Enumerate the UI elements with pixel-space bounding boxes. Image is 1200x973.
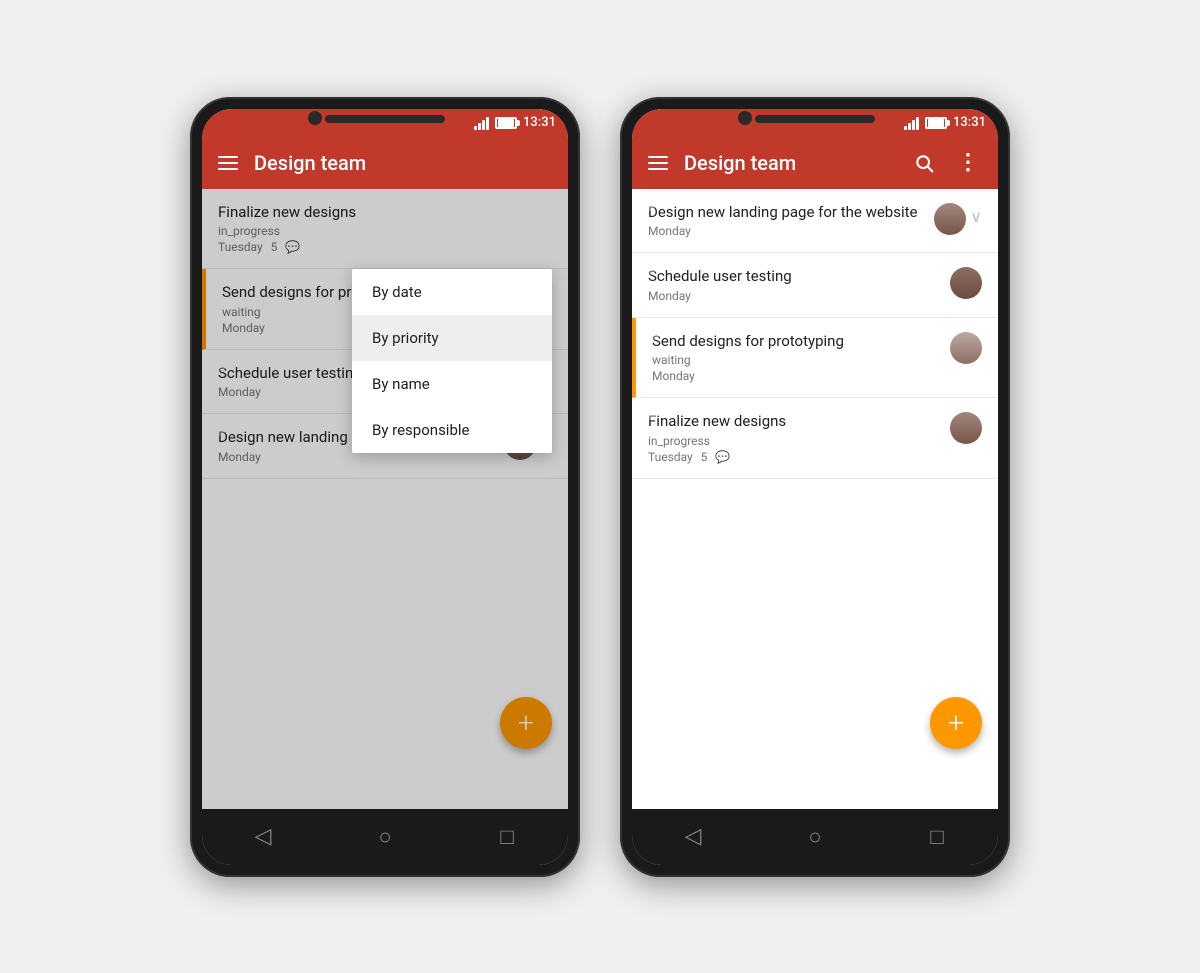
more-options-button[interactable]: ⋮ (954, 149, 982, 177)
sort-dropdown: By date By priority By name By responsib… (352, 269, 552, 453)
phone-camera (308, 111, 322, 125)
recents-button[interactable]: □ (477, 817, 537, 857)
phone-camera (738, 111, 752, 125)
task-title: Schedule user testing (648, 267, 942, 287)
task-status: waiting (652, 353, 942, 367)
home-button[interactable]: ○ (355, 817, 415, 857)
app-title-1: Design team (254, 151, 552, 175)
avatar (950, 332, 982, 364)
task-date: Tuesday (648, 450, 693, 464)
status-bar-1: 13:31 (202, 109, 568, 137)
battery-icon (495, 117, 517, 129)
sort-by-date[interactable]: By date (352, 269, 552, 315)
task-comments: 5 (701, 450, 708, 464)
search-button[interactable] (910, 149, 938, 177)
app-bar-2: Design team ⋮ (632, 137, 998, 189)
fab-add-button[interactable]: + (930, 697, 982, 749)
app-bar-1: Design team (202, 137, 568, 189)
bottom-nav-1: ◁ ○ □ (202, 809, 568, 865)
phone-speaker (325, 115, 445, 123)
sort-by-priority[interactable]: By priority (352, 315, 552, 361)
battery-icon (925, 117, 947, 129)
signal-icon (904, 116, 919, 130)
sort-by-name[interactable]: By name (352, 361, 552, 407)
task-content: Schedule user testing Monday (648, 267, 942, 303)
task-meta: Monday (652, 369, 942, 383)
task-date: Monday (648, 289, 691, 303)
back-button[interactable]: ◁ (663, 817, 723, 857)
task-content: Send designs for prototyping waiting Mon… (652, 332, 942, 384)
task-title: Send designs for prototyping (652, 332, 942, 352)
task-content: Design new landing page for the website … (648, 203, 926, 239)
task-list-2: Design new landing page for the website … (632, 189, 998, 809)
signal-icon (474, 116, 489, 130)
task-title: Design new landing page for the website (648, 203, 926, 223)
chevron-down-icon: ∨ (970, 207, 982, 226)
phone-speaker (755, 115, 875, 123)
avatar (934, 203, 966, 235)
task-item[interactable]: Schedule user testing Monday (632, 253, 998, 318)
task-title: Finalize new designs (648, 412, 942, 432)
status-bar-2: 13:31 (632, 109, 998, 137)
task-meta: Monday (648, 224, 926, 238)
task-date: Monday (652, 369, 695, 383)
menu-icon[interactable] (218, 156, 238, 170)
task-list-1: Finalize new designs in_progress Tuesday… (202, 189, 568, 809)
task-meta: Monday (648, 289, 942, 303)
task-item[interactable]: Send designs for prototyping waiting Mon… (632, 318, 998, 399)
task-item[interactable]: Design new landing page for the website … (632, 189, 998, 254)
sort-by-responsible[interactable]: By responsible (352, 407, 552, 453)
task-status: in_progress (648, 434, 942, 448)
time-display: 13:31 (523, 115, 556, 130)
phone-2-screen: 13:31 Design team ⋮ (632, 109, 998, 865)
avatar (950, 412, 982, 444)
phone-2: 13:31 Design team ⋮ (620, 97, 1010, 877)
time-display: 13:31 (953, 115, 986, 130)
home-button[interactable]: ○ (785, 817, 845, 857)
app-title-2: Design team (684, 151, 894, 175)
task-date: Monday (648, 224, 691, 238)
comment-icon: 💬 (715, 450, 730, 464)
task-content: Finalize new designs in_progress Tuesday… (648, 412, 942, 464)
phone-1-screen: 13:31 Design team Finalize new designs i… (202, 109, 568, 865)
task-meta: Tuesday 5 💬 (648, 450, 942, 464)
phones-container: 13:31 Design team Finalize new designs i… (190, 97, 1010, 877)
avatar (950, 267, 982, 299)
phone-1: 13:31 Design team Finalize new designs i… (190, 97, 580, 877)
back-button[interactable]: ◁ (233, 817, 293, 857)
recents-button[interactable]: □ (907, 817, 967, 857)
bottom-nav-2: ◁ ○ □ (632, 809, 998, 865)
menu-icon[interactable] (648, 156, 668, 170)
task-item[interactable]: Finalize new designs in_progress Tuesday… (632, 398, 998, 479)
search-icon (914, 153, 934, 173)
